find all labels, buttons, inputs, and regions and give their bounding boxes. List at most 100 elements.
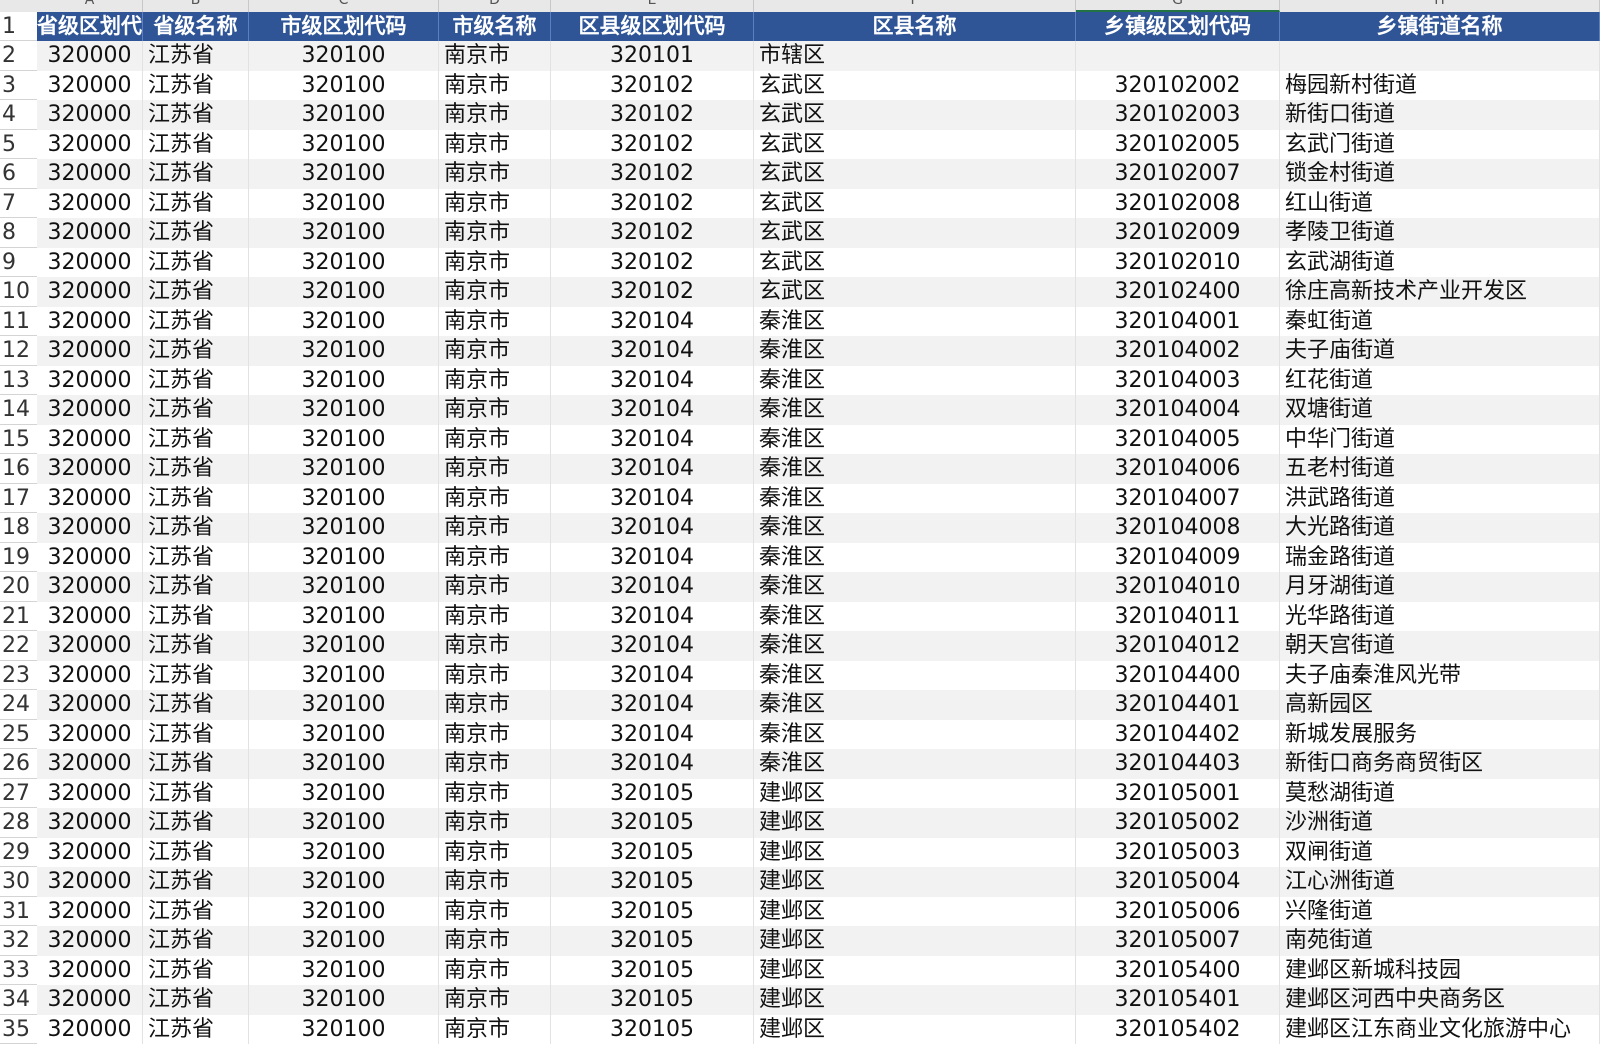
table-cell[interactable]: 秦淮区 [754, 395, 1076, 425]
table-cell[interactable]: 320102 [551, 277, 754, 307]
table-cell[interactable]: 320104003 [1076, 365, 1280, 395]
table-cell[interactable]: 320100 [249, 218, 439, 248]
table-cell[interactable]: 320104008 [1076, 513, 1280, 543]
table-cell[interactable]: 320104403 [1076, 749, 1280, 779]
table-cell[interactable]: 南京市 [439, 896, 551, 926]
table-cell[interactable]: 秦虹街道 [1280, 306, 1600, 336]
table-cell[interactable]: 320000 [37, 277, 143, 307]
table-cell[interactable]: 建邺区江东商业文化旅游中心 [1280, 1014, 1600, 1044]
table-cell[interactable]: 江苏省 [143, 365, 249, 395]
table-cell[interactable]: 建邺区 [754, 926, 1076, 956]
table-cell[interactable]: 320100 [249, 483, 439, 513]
row-number[interactable]: 1 [0, 12, 37, 41]
table-cell[interactable]: 玄武区 [754, 188, 1076, 218]
table-cell[interactable]: 五老村街道 [1280, 454, 1600, 484]
table-cell[interactable]: 320105402 [1076, 1014, 1280, 1044]
table-cell[interactable]: 建邺区河西中央商务区 [1280, 985, 1600, 1015]
table-cell[interactable]: 320105002 [1076, 808, 1280, 838]
table-cell[interactable]: 江苏省 [143, 483, 249, 513]
table-cell[interactable]: 玄武区 [754, 277, 1076, 307]
table-cell[interactable]: 秦淮区 [754, 542, 1076, 572]
table-cell[interactable]: 320105 [551, 778, 754, 808]
table-cell[interactable]: 江苏省 [143, 867, 249, 897]
table-cell[interactable]: 320104012 [1076, 631, 1280, 661]
table-cell[interactable]: 双塘街道 [1280, 395, 1600, 425]
header-cell[interactable]: 区县名称 [754, 12, 1076, 41]
table-cell[interactable]: 光华路街道 [1280, 601, 1600, 631]
table-cell[interactable]: 江苏省 [143, 70, 249, 100]
table-cell[interactable]: 320000 [37, 808, 143, 838]
table-cell[interactable]: 320100 [249, 719, 439, 749]
row-number[interactable]: 14 [0, 395, 37, 425]
table-cell[interactable]: 南京市 [439, 690, 551, 720]
table-cell[interactable]: 双闸街道 [1280, 837, 1600, 867]
table-cell[interactable]: 320102005 [1076, 129, 1280, 159]
table-cell[interactable]: 江苏省 [143, 306, 249, 336]
table-cell[interactable]: 建邺区 [754, 985, 1076, 1015]
table-cell[interactable]: 南京市 [439, 719, 551, 749]
header-cell[interactable]: 乡镇级区划代码 [1076, 12, 1280, 41]
table-cell[interactable]: 秦淮区 [754, 719, 1076, 749]
table-cell[interactable]: 南京市 [439, 660, 551, 690]
table-cell[interactable]: 南京市 [439, 100, 551, 130]
table-cell[interactable]: 夫子庙秦淮风光带 [1280, 660, 1600, 690]
table-cell[interactable]: 320000 [37, 542, 143, 572]
table-cell[interactable]: 320100 [249, 424, 439, 454]
table-cell[interactable]: 建邺区 [754, 808, 1076, 838]
table-cell[interactable]: 秦淮区 [754, 660, 1076, 690]
row-number[interactable]: 7 [0, 189, 37, 218]
table-cell[interactable]: 320000 [37, 129, 143, 159]
table-cell[interactable]: 南京市 [439, 247, 551, 277]
table-cell[interactable]: 江苏省 [143, 277, 249, 307]
table-cell[interactable]: 玄武区 [754, 100, 1076, 130]
row-number[interactable]: 6 [0, 159, 37, 189]
table-cell[interactable]: 江苏省 [143, 542, 249, 572]
table-cell[interactable]: 320100 [249, 70, 439, 100]
table-cell[interactable]: 320102400 [1076, 277, 1280, 307]
table-cell[interactable]: 320100 [249, 395, 439, 425]
table-cell[interactable]: 320000 [37, 896, 143, 926]
table-cell[interactable]: 江苏省 [143, 129, 249, 159]
row-number[interactable]: 2 [0, 41, 37, 71]
row-number[interactable]: 34 [0, 985, 37, 1015]
table-cell[interactable]: 新街口商务商贸街区 [1280, 749, 1600, 779]
table-cell[interactable]: 瑞金路街道 [1280, 542, 1600, 572]
row-number[interactable]: 22 [0, 631, 37, 661]
table-cell[interactable]: 江苏省 [143, 955, 249, 985]
table-cell[interactable]: 南京市 [439, 513, 551, 543]
table-cell[interactable]: 320104401 [1076, 690, 1280, 720]
table-cell[interactable]: 江苏省 [143, 926, 249, 956]
table-cell[interactable]: 320102 [551, 100, 754, 130]
table-cell[interactable]: 南京市 [439, 749, 551, 779]
table-cell[interactable]: 320104 [551, 513, 754, 543]
table-cell[interactable]: 320102 [551, 70, 754, 100]
table-cell[interactable]: 320000 [37, 660, 143, 690]
row-number[interactable]: 8 [0, 218, 37, 248]
table-cell[interactable]: 秦淮区 [754, 306, 1076, 336]
table-cell[interactable]: 320104011 [1076, 601, 1280, 631]
table-cell[interactable]: 南京市 [439, 1014, 551, 1044]
table-cell[interactable]: 江苏省 [143, 424, 249, 454]
table-cell[interactable]: 梅园新村街道 [1280, 70, 1600, 100]
table-cell[interactable]: 320000 [37, 424, 143, 454]
table-cell[interactable]: 320105004 [1076, 867, 1280, 897]
row-number[interactable]: 26 [0, 749, 37, 779]
table-cell[interactable]: 320000 [37, 601, 143, 631]
table-cell[interactable]: 320104002 [1076, 336, 1280, 366]
column-header-b[interactable]: B [143, 0, 249, 12]
table-cell[interactable]: 320000 [37, 778, 143, 808]
table-cell[interactable]: 320102009 [1076, 218, 1280, 248]
table-cell[interactable]: 江苏省 [143, 1014, 249, 1044]
column-header-h[interactable]: H [1280, 0, 1600, 12]
table-cell[interactable]: 320105401 [1076, 985, 1280, 1015]
table-cell[interactable]: 320100 [249, 277, 439, 307]
table-cell[interactable]: 320000 [37, 985, 143, 1015]
table-cell[interactable]: 南京市 [439, 395, 551, 425]
table-cell[interactable]: 320100 [249, 926, 439, 956]
table-cell[interactable]: 320000 [37, 926, 143, 956]
table-cell[interactable]: 320105 [551, 985, 754, 1015]
table-cell[interactable]: 320105 [551, 926, 754, 956]
table-cell[interactable]: 320102010 [1076, 247, 1280, 277]
table-cell[interactable]: 320104007 [1076, 483, 1280, 513]
table-cell[interactable]: 南京市 [439, 365, 551, 395]
